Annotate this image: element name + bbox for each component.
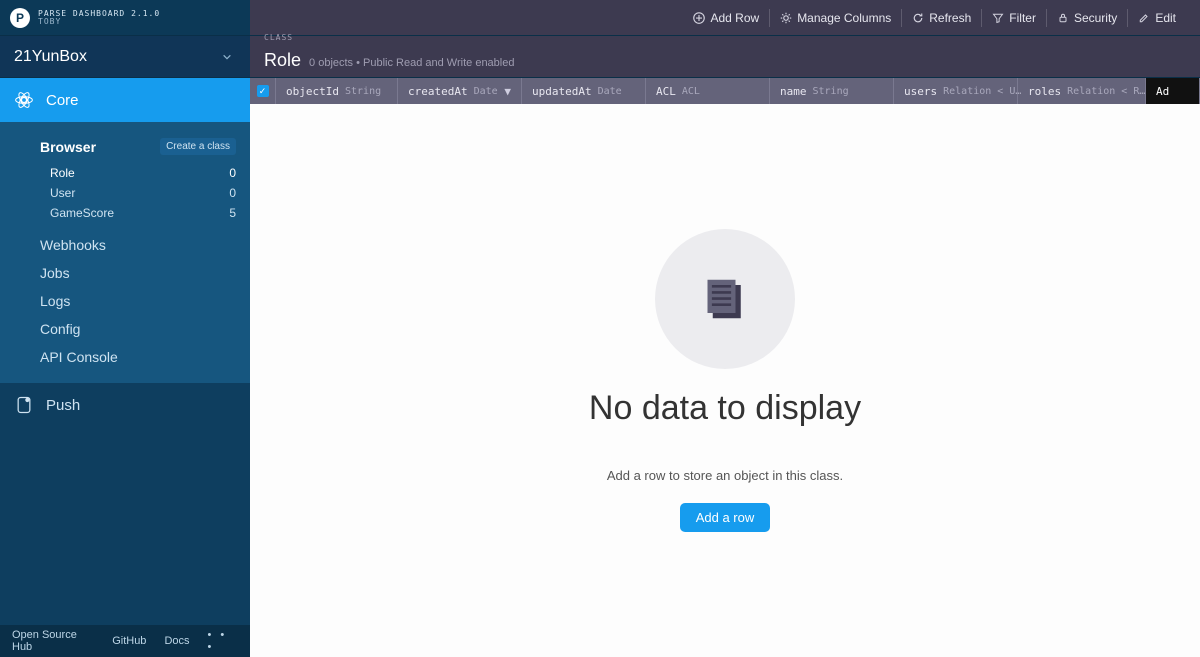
edit-label: Edit bbox=[1155, 11, 1176, 25]
core-icon bbox=[14, 90, 34, 110]
sidebar-footer: Open Source Hub GitHub Docs • • • bbox=[0, 625, 250, 657]
col-type: ACL bbox=[682, 86, 700, 97]
col-name: roles bbox=[1028, 85, 1061, 98]
sort-desc-icon: ▼ bbox=[504, 85, 511, 98]
col-type: Relation < R… bbox=[1067, 86, 1145, 97]
class-item-role[interactable]: Role 0 bbox=[50, 163, 236, 183]
col-name: createdAt bbox=[408, 85, 468, 98]
push-label: Push bbox=[46, 397, 80, 414]
header-left: P PARSE DASHBOARD 2.1.0 TOBY bbox=[0, 8, 250, 28]
add-column-button[interactable]: Ad bbox=[1146, 78, 1200, 104]
manage-columns-toolbar[interactable]: Manage Columns bbox=[770, 0, 901, 35]
footer-more-icon[interactable]: • • • bbox=[208, 629, 239, 653]
push-icon bbox=[14, 395, 34, 415]
sidebar-link-jobs[interactable]: Jobs bbox=[0, 259, 250, 287]
security-label: Security bbox=[1074, 11, 1117, 25]
document-stack-icon bbox=[697, 271, 753, 327]
app-name: 21YunBox bbox=[14, 48, 87, 66]
checkbox-icon: ✓ bbox=[257, 85, 269, 97]
content: ✓ objectId String createdAt Date ▼ updat… bbox=[250, 78, 1200, 657]
gear-icon bbox=[780, 12, 792, 24]
toolbar: Add Row Manage Columns Refresh Filter bbox=[250, 0, 1200, 35]
class-item-user[interactable]: User 0 bbox=[50, 183, 236, 203]
parse-logo-icon: P bbox=[10, 8, 30, 28]
sidebar-section-push[interactable]: Push bbox=[0, 383, 250, 427]
class-item-count: 5 bbox=[229, 206, 236, 220]
footer-docs[interactable]: Docs bbox=[164, 635, 189, 647]
add-column-label: Ad bbox=[1156, 85, 1169, 98]
col-name: updatedAt bbox=[532, 85, 592, 98]
class-label: CLASS bbox=[264, 34, 514, 43]
col-createdAt[interactable]: createdAt Date ▼ bbox=[398, 78, 522, 104]
col-name: ACL bbox=[656, 85, 676, 98]
col-users[interactable]: users Relation < U… bbox=[894, 78, 1018, 104]
select-all-checkbox[interactable]: ✓ bbox=[250, 78, 276, 104]
account-name: TOBY bbox=[38, 18, 160, 26]
edit-icon bbox=[1138, 12, 1150, 24]
col-updatedAt[interactable]: updatedAt Date bbox=[522, 78, 646, 104]
filter-icon bbox=[992, 12, 1004, 24]
col-type: String bbox=[345, 86, 381, 97]
sidebar-link-api-console[interactable]: API Console bbox=[0, 343, 250, 371]
class-item-count: 0 bbox=[229, 166, 236, 180]
refresh-label: Refresh bbox=[929, 11, 971, 25]
col-type: Date bbox=[598, 86, 622, 97]
add-row-button[interactable]: Add a row bbox=[680, 503, 771, 532]
logo-text: PARSE DASHBOARD 2.1.0 TOBY bbox=[38, 10, 160, 26]
footer-github[interactable]: GitHub bbox=[112, 635, 146, 647]
chevron-down-icon bbox=[222, 52, 232, 62]
browser-label: Browser bbox=[40, 139, 96, 155]
plus-icon bbox=[693, 12, 705, 24]
app-switcher[interactable]: 21YunBox bbox=[0, 36, 250, 77]
class-item-gamescore[interactable]: GameScore 5 bbox=[50, 203, 236, 223]
refresh-icon bbox=[912, 12, 924, 24]
empty-state: No data to display Add a row to store an… bbox=[250, 104, 1200, 657]
sidebar-link-config[interactable]: Config bbox=[0, 315, 250, 343]
add-row-label: Add Row bbox=[710, 11, 759, 25]
empty-title: No data to display bbox=[589, 389, 861, 428]
class-item-name: User bbox=[50, 186, 75, 200]
col-type: Relation < U… bbox=[943, 86, 1021, 97]
empty-subtitle: Add a row to store an object in this cla… bbox=[607, 468, 843, 483]
col-name: users bbox=[904, 85, 937, 98]
create-class-button[interactable]: Create a class bbox=[160, 138, 236, 155]
col-objectId[interactable]: objectId String bbox=[276, 78, 398, 104]
col-name: name bbox=[780, 85, 807, 98]
col-type: Date bbox=[474, 86, 498, 97]
col-name: objectId bbox=[286, 85, 339, 98]
edit-toolbar[interactable]: Edit bbox=[1128, 0, 1186, 35]
lock-icon bbox=[1057, 12, 1069, 24]
empty-icon-circle bbox=[655, 229, 795, 369]
col-acl[interactable]: ACL ACL bbox=[646, 78, 770, 104]
add-row-toolbar[interactable]: Add Row bbox=[683, 0, 769, 35]
class-meta: 0 objects • Public Read and Write enable… bbox=[309, 57, 514, 69]
class-title: Role bbox=[264, 51, 301, 71]
core-subpanel: Browser Create a class Role 0 User 0 Gam… bbox=[0, 122, 250, 383]
refresh-toolbar[interactable]: Refresh bbox=[902, 0, 981, 35]
sidebar-link-webhooks[interactable]: Webhooks bbox=[0, 231, 250, 259]
filter-toolbar[interactable]: Filter bbox=[982, 0, 1046, 35]
sidebar: Core Browser Create a class Role 0 User … bbox=[0, 78, 250, 657]
filter-label: Filter bbox=[1009, 11, 1036, 25]
class-item-count: 0 bbox=[229, 186, 236, 200]
core-label: Core bbox=[46, 92, 79, 109]
column-header: ✓ objectId String createdAt Date ▼ updat… bbox=[250, 78, 1200, 104]
class-item-name: GameScore bbox=[50, 206, 114, 220]
col-name-field[interactable]: name String bbox=[770, 78, 894, 104]
col-roles[interactable]: roles Relation < R… bbox=[1018, 78, 1146, 104]
footer-osh[interactable]: Open Source Hub bbox=[12, 629, 94, 653]
sidebar-link-logs[interactable]: Logs bbox=[0, 287, 250, 315]
security-toolbar[interactable]: Security bbox=[1047, 0, 1127, 35]
col-type: String bbox=[813, 86, 849, 97]
class-header: CLASS Role 0 objects • Public Read and W… bbox=[250, 36, 1200, 77]
class-item-name: Role bbox=[50, 166, 75, 180]
manage-columns-label: Manage Columns bbox=[797, 11, 891, 25]
sidebar-section-core[interactable]: Core bbox=[0, 78, 250, 122]
